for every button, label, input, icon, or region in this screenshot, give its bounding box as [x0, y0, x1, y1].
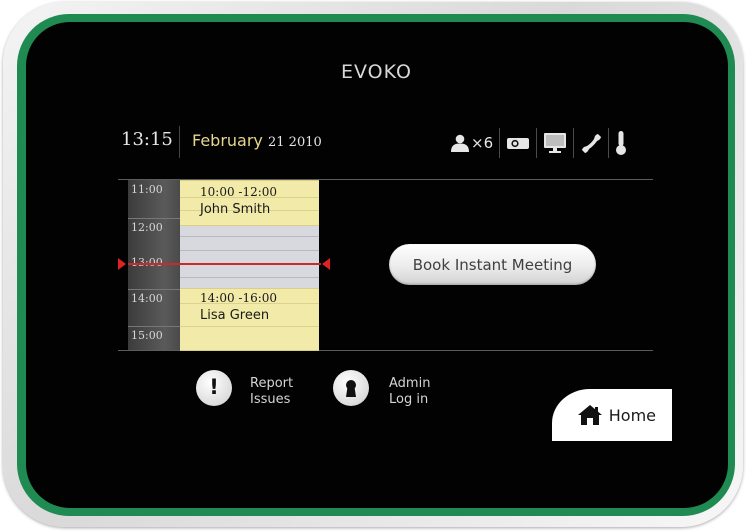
date-month: February [192, 131, 263, 150]
meeting-organizer: John Smith [200, 202, 271, 217]
time-label: 15:00 [131, 329, 163, 342]
book-instant-meeting-button[interactable]: Book Instant Meeting [389, 244, 596, 285]
keyhole-icon [346, 380, 356, 397]
home-icon [577, 405, 602, 425]
person-icon [450, 128, 470, 158]
monitor-icon [543, 128, 567, 158]
time-label: 11:00 [131, 183, 163, 196]
thermometer-icon [615, 128, 627, 158]
home-label: Home [608, 405, 656, 425]
exclamation-icon: ! [209, 375, 219, 399]
header-divider [179, 126, 180, 158]
brand-logo: EVOKO [341, 61, 412, 83]
room-equipment-icons: ×6 [450, 128, 627, 158]
date-day-year: 21 2010 [268, 135, 322, 150]
current-date: February 21 2010 [192, 131, 322, 150]
current-time-indicator [128, 263, 321, 265]
current-time-arrow-right-icon [322, 258, 330, 270]
meeting-time: 14:00 -16:00 [200, 291, 278, 305]
attendees-count: ×6 [471, 134, 494, 152]
report-issues-label[interactable]: Report Issues [250, 376, 293, 408]
meeting-time: 10:00 -12:00 [200, 185, 278, 199]
time-label: 14:00 [131, 292, 163, 305]
report-issues-button[interactable]: ! [196, 370, 232, 406]
admin-login-label[interactable]: Admin Log in [389, 376, 430, 408]
phone-icon [580, 128, 602, 158]
time-label: 12:00 [131, 221, 163, 234]
meeting-organizer: Lisa Green [200, 308, 270, 323]
current-time-arrow-left-icon [118, 258, 126, 270]
projector-icon [506, 128, 530, 158]
current-time: 13:15 [121, 129, 173, 150]
admin-login-button[interactable] [333, 370, 369, 406]
home-button[interactable]: Home [552, 389, 672, 441]
